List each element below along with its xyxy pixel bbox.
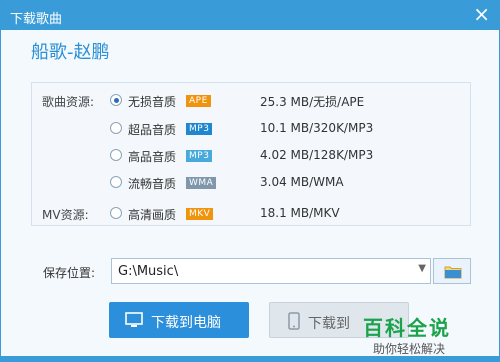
size-info: 18.1 MB/MKV (260, 206, 340, 220)
watermark: 百科全说 助你轻松解决 (353, 312, 473, 362)
quality-radio[interactable] (110, 122, 122, 134)
quality-radio[interactable] (110, 94, 122, 106)
save-location-label: 保存位置: (43, 266, 96, 280)
size-info: 25.3 MB/无损/APE (260, 95, 365, 109)
folder-icon (444, 266, 462, 279)
size-info: 10.1 MB/320K/MP3 (260, 121, 374, 135)
save-path-input[interactable]: G:\Music\ ▼ (111, 258, 431, 284)
monitor-icon (125, 312, 143, 327)
format-badge: MP3 (186, 123, 213, 135)
size-info: 4.02 MB/128K/MP3 (260, 148, 374, 162)
download-to-phone-label: 下载到 (308, 316, 350, 332)
quality-label: 高清画质 (128, 208, 177, 222)
option-row[interactable]: MV资源: 高清画质 MKV 18.1 MB/MKV (32, 204, 472, 224)
phone-icon (288, 312, 300, 330)
option-row[interactable]: 超品音质 MP3 10.1 MB/320K/MP3 (32, 119, 472, 139)
download-dialog: 下载歌曲 × 船歌-赵鹏 歌曲资源: 无损音质 APE 25.3 MB/无损/A… (0, 0, 500, 356)
option-row[interactable]: 流畅音质 WMA 3.04 MB/WMA (32, 173, 472, 193)
size-info: 3.04 MB/WMA (260, 175, 344, 189)
close-icon[interactable]: × (473, 3, 490, 25)
format-badge: APE (186, 95, 211, 107)
watermark-title: 百科全说 (363, 316, 451, 340)
option-row[interactable]: 高品音质 MP3 4.02 MB/128K/MP3 (32, 146, 472, 166)
quality-label: 高品音质 (128, 150, 177, 164)
format-badge: MP3 (186, 150, 213, 162)
quality-label: 无损音质 (128, 95, 177, 109)
format-badge: MKV (186, 208, 214, 220)
resource-panel: 歌曲资源: 无损音质 APE 25.3 MB/无损/APE 超品音质 MP3 1… (31, 82, 471, 226)
browse-folder-button[interactable] (433, 258, 471, 284)
format-badge: WMA (186, 177, 217, 189)
watermark-subtitle: 助你轻松解决 (373, 342, 446, 356)
mv-resource-label: MV资源: (42, 208, 89, 222)
dialog-content: 船歌-赵鹏 歌曲资源: 无损音质 APE 25.3 MB/无损/APE 超品音质… (1, 30, 499, 356)
quality-label: 超品音质 (128, 123, 177, 137)
chevron-down-icon[interactable]: ▼ (418, 263, 426, 274)
quality-label: 流畅音质 (128, 177, 177, 191)
download-to-pc-label: 下载到电脑 (151, 315, 221, 331)
song-title: 船歌-赵鹏 (31, 42, 110, 63)
song-resource-label: 歌曲资源: (42, 95, 95, 109)
quality-radio[interactable] (110, 176, 122, 188)
title-bar: 下载歌曲 × (0, 0, 500, 30)
quality-radio[interactable] (110, 207, 122, 219)
option-row[interactable]: 歌曲资源: 无损音质 APE 25.3 MB/无损/APE (32, 91, 472, 111)
save-path-value: G:\Music\ (118, 264, 179, 279)
window-title: 下载歌曲 (10, 12, 63, 27)
quality-radio[interactable] (110, 149, 122, 161)
download-to-pc-button[interactable]: 下载到电脑 (109, 302, 249, 338)
